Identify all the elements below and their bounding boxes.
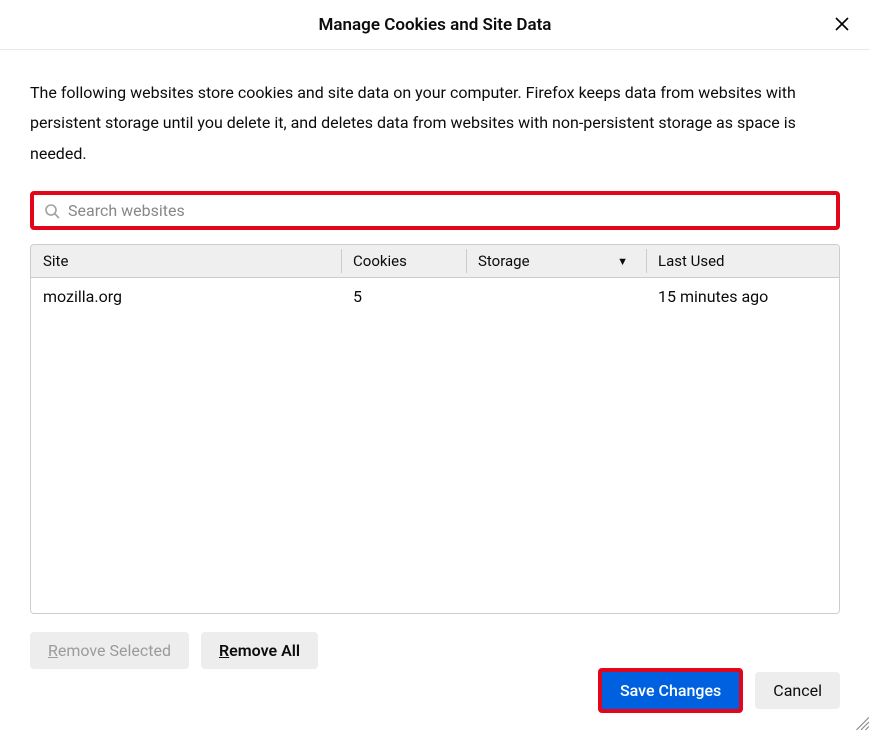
column-header-storage-label: Storage: [478, 252, 530, 270]
table-body: mozilla.org 5 15 minutes ago: [31, 278, 839, 613]
search-field-wrap: [34, 195, 836, 226]
dialog-header: Manage Cookies and Site Data: [0, 0, 870, 50]
remove-buttons-row: Remove Selected Remove All: [30, 632, 840, 669]
search-input[interactable]: [68, 201, 826, 220]
close-icon: [834, 15, 850, 35]
dialog-title: Manage Cookies and Site Data: [319, 15, 552, 35]
column-header-cookies[interactable]: Cookies: [341, 245, 466, 277]
column-header-storage[interactable]: Storage ▼: [466, 245, 646, 277]
remove-selected-button[interactable]: Remove Selected: [30, 632, 189, 669]
dialog-body: The following websites store cookies and…: [0, 50, 870, 669]
cookies-table: Site Cookies Storage ▼ Last Used mozilla…: [30, 244, 840, 614]
sort-descending-icon: ▼: [617, 255, 628, 268]
column-header-lastused[interactable]: Last Used: [646, 245, 839, 277]
remove-all-button[interactable]: Remove All: [201, 632, 318, 669]
save-changes-button[interactable]: Save Changes: [602, 672, 739, 709]
table-row[interactable]: mozilla.org 5 15 minutes ago: [31, 278, 839, 315]
column-header-cookies-label: Cookies: [353, 252, 407, 270]
cell-storage: [466, 278, 646, 315]
column-header-site-label: Site: [43, 252, 68, 270]
description-text: The following websites store cookies and…: [30, 78, 840, 169]
close-button[interactable]: [826, 9, 858, 41]
footer-buttons: Save Changes Cancel: [598, 668, 840, 713]
search-highlight-box: [30, 191, 840, 230]
column-header-site[interactable]: Site: [31, 245, 341, 277]
save-highlight-box: Save Changes: [598, 668, 743, 713]
cell-lastused: 15 minutes ago: [646, 278, 839, 315]
table-header: Site Cookies Storage ▼ Last Used: [31, 245, 839, 278]
cell-site: mozilla.org: [31, 278, 341, 315]
cell-cookies: 5: [341, 278, 466, 315]
resize-handle-icon[interactable]: [852, 713, 870, 731]
cancel-button[interactable]: Cancel: [755, 672, 840, 709]
search-icon: [44, 203, 60, 219]
column-header-lastused-label: Last Used: [658, 252, 725, 270]
